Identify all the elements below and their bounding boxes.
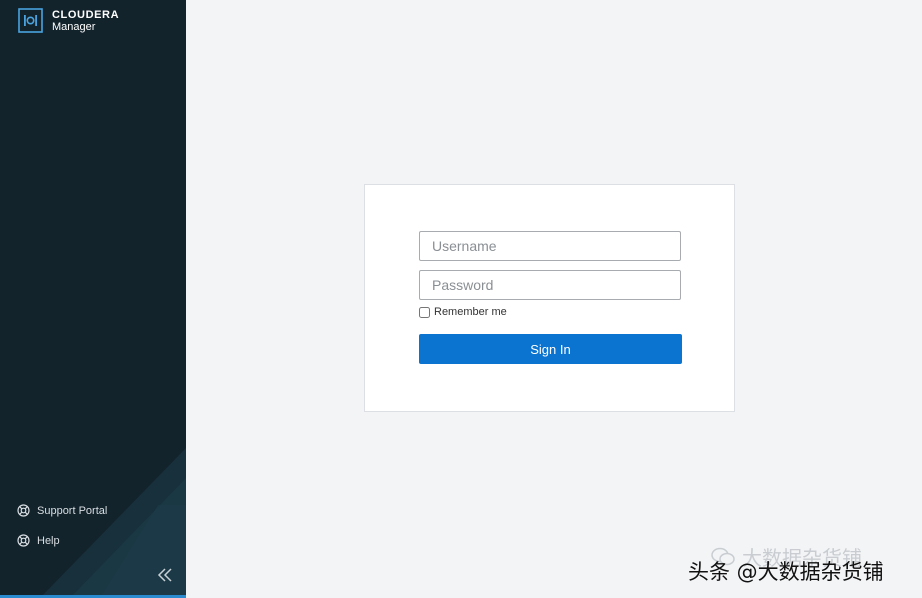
username-input[interactable] (419, 231, 681, 261)
sidebar-item-help[interactable]: Help (17, 534, 60, 547)
cloudera-logo-icon (18, 8, 43, 33)
brand-name: CLOUDERA (52, 8, 120, 21)
sidebar: CLOUDERA Manager Support Portal Help (0, 0, 186, 598)
login-card: Remember me Sign In (364, 184, 735, 412)
lifebuoy-icon (17, 504, 30, 517)
double-chevron-left-icon (157, 568, 172, 582)
sign-in-button[interactable]: Sign In (419, 334, 682, 364)
sidebar-item-label: Help (37, 534, 60, 547)
collapse-sidebar-button[interactable] (156, 566, 174, 584)
remember-me[interactable]: Remember me (419, 306, 507, 318)
watermark-text: 头条 @大数据杂货铺 (688, 560, 884, 584)
lifebuoy-icon (17, 534, 30, 547)
remember-me-label: Remember me (434, 306, 507, 318)
brand-text: CLOUDERA Manager (52, 9, 119, 33)
password-input[interactable] (419, 270, 681, 300)
watermark: 大数据杂货铺 头条 @大数据杂货铺 (688, 540, 913, 590)
sidebar-item-label: Support Portal (37, 504, 108, 517)
brand-logo[interactable]: CLOUDERA Manager (18, 8, 119, 33)
sidebar-item-support-portal[interactable]: Support Portal (17, 504, 107, 517)
brand-product: Manager (52, 20, 96, 33)
remember-me-checkbox[interactable] (419, 306, 430, 318)
